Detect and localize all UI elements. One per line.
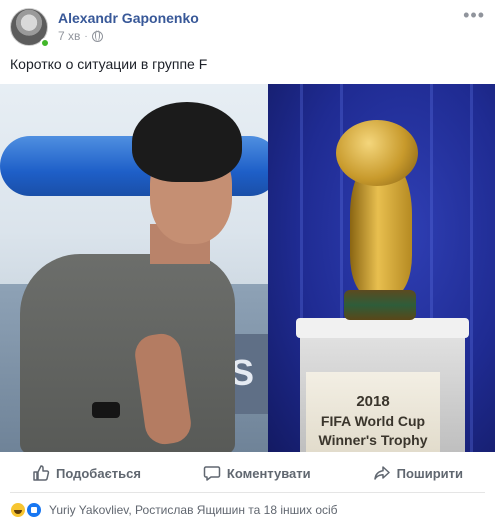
share-label: Поширити: [396, 465, 463, 481]
comment-icon: [203, 466, 221, 481]
like-label: Подобається: [56, 465, 141, 481]
comment-button[interactable]: Коментувати: [181, 458, 333, 488]
share-button[interactable]: Поширити: [351, 458, 485, 488]
post-actions: Подобається Коментувати Поширити: [10, 456, 485, 490]
like-icon[interactable]: [26, 502, 42, 518]
wristwatch: [92, 402, 120, 418]
comment-label: Коментувати: [226, 465, 311, 481]
author-name[interactable]: Alexandr Gaponenko: [58, 10, 199, 26]
thumbs-up-icon: [33, 465, 50, 481]
post-meta: 7 хв ·: [58, 29, 103, 43]
haha-icon[interactable]: [10, 502, 26, 518]
divider: [10, 492, 485, 493]
post-text: Коротко о ситуации в группе F: [10, 56, 208, 72]
post-header: Alexandr Gaponenko 7 хв · •••: [10, 6, 485, 50]
post-photo[interactable]: RES 2018 FIFA World Cup Winner's Trophy: [0, 84, 495, 452]
globe-icon[interactable]: [91, 30, 103, 42]
separator-dot: ·: [84, 30, 88, 42]
backdrop-stripe: [470, 84, 473, 452]
reactions-summary[interactable]: Yuriy Yakovliev, Ростислав Ящишин та 18 …: [10, 500, 338, 520]
share-icon: [373, 466, 390, 480]
trophy-globe: [336, 120, 418, 186]
man-hair: [132, 102, 242, 182]
man-shirt: [20, 254, 235, 452]
plaque-subtitle: Winner's Trophy: [318, 432, 428, 448]
like-button[interactable]: Подобається: [10, 458, 163, 488]
plaque-year: 2018: [356, 393, 390, 410]
post-timestamp[interactable]: 7 хв: [58, 29, 80, 43]
reactions-names[interactable]: Yuriy Yakovliev, Ростислав Ящишин та 18 …: [49, 503, 338, 517]
trophy-base: [344, 290, 416, 320]
plaque-title: FIFA World Cup: [320, 413, 426, 429]
pedestal-top: [296, 318, 469, 338]
facebook-post: Alexandr Gaponenko 7 хв · ••• Коротко о …: [0, 0, 495, 525]
more-options-button[interactable]: •••: [463, 6, 485, 24]
online-status-icon: [40, 38, 50, 48]
